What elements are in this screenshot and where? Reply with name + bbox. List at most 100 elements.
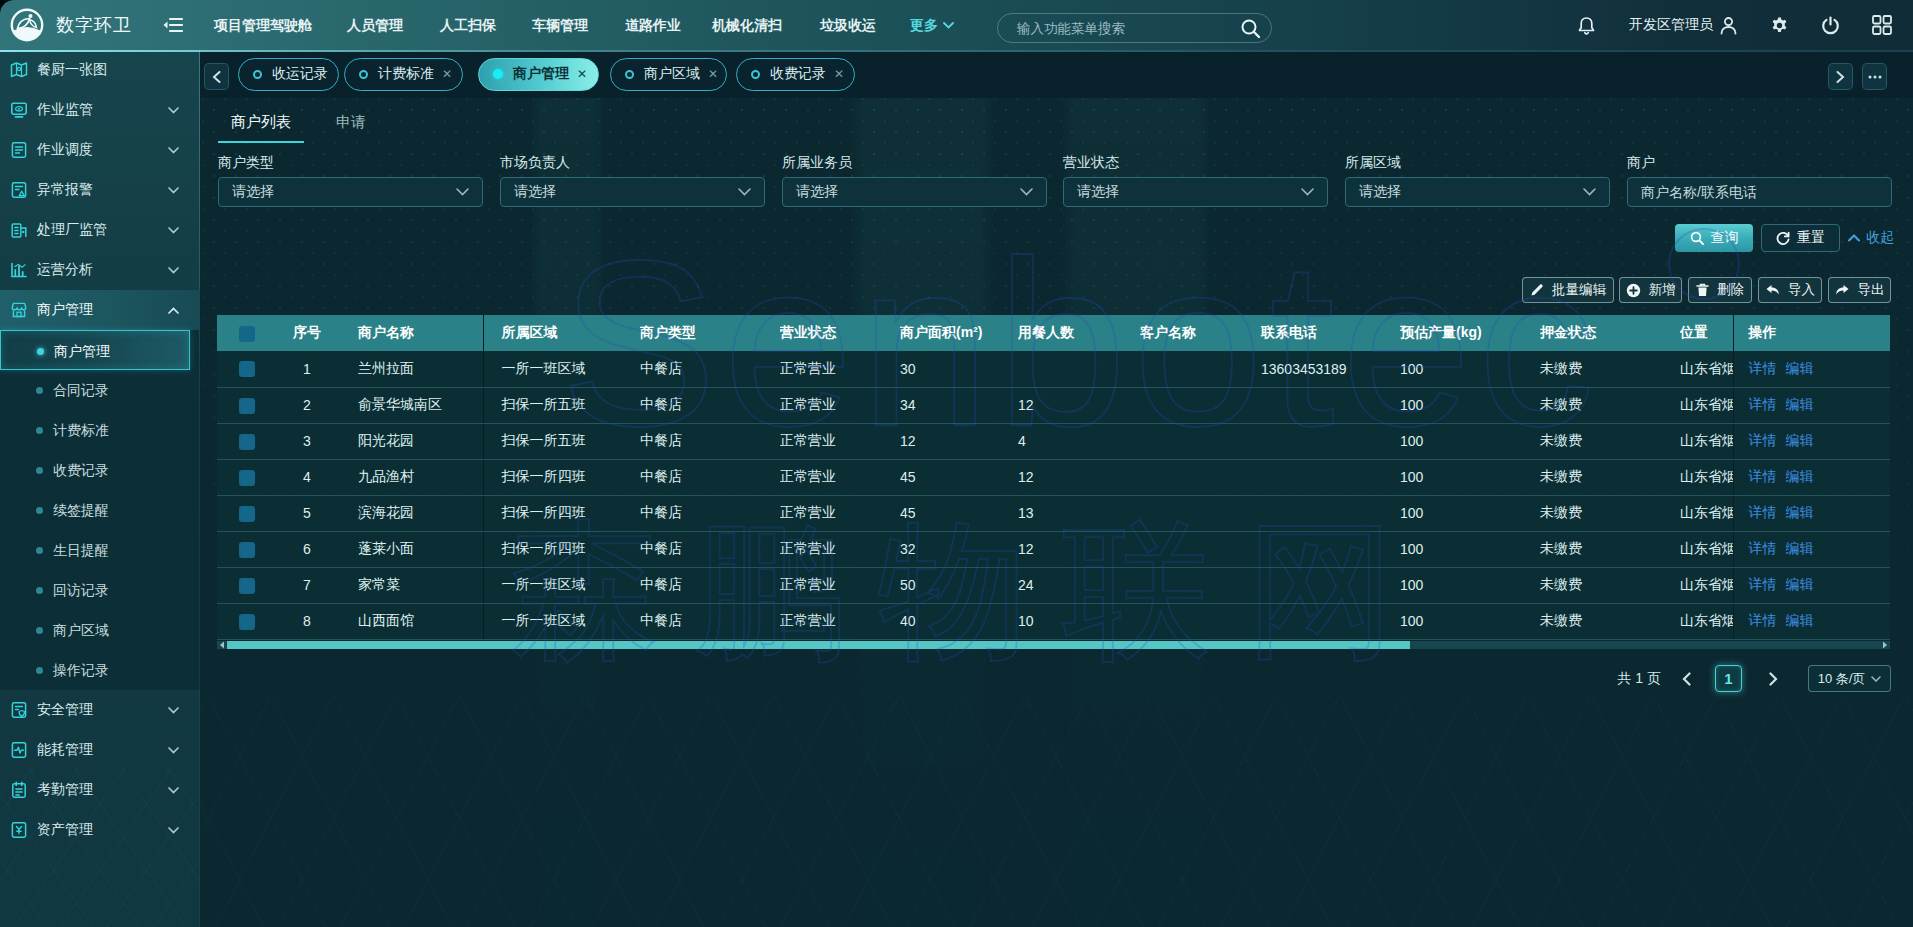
- detail-link[interactable]: 详情: [1749, 504, 1777, 520]
- topnav-item-2[interactable]: 人员管理: [347, 0, 403, 50]
- edit-link[interactable]: 编辑: [1786, 504, 1814, 520]
- filter-select-2[interactable]: 请选择: [500, 177, 765, 207]
- sidebar-subitem-合同记录[interactable]: 合同记录: [0, 370, 200, 410]
- sidebar-item-2[interactable]: 作业监管: [0, 90, 200, 130]
- row-checkbox[interactable]: [239, 542, 255, 558]
- search-icon[interactable]: [1240, 18, 1261, 39]
- scroll-left-arrow-icon[interactable]: [219, 641, 225, 649]
- sidebar-subitem-计费标准[interactable]: 计费标准: [0, 410, 200, 450]
- gear-icon: [1770, 16, 1789, 35]
- row-checkbox[interactable]: [239, 361, 255, 377]
- tabs-scroll-right-button[interactable]: [1828, 63, 1853, 90]
- detail-link[interactable]: 详情: [1749, 468, 1777, 484]
- merchant-search-input[interactable]: [1627, 177, 1892, 207]
- sidebar-subitem-商户区域[interactable]: 商户区域: [0, 610, 200, 650]
- action-button-批量编辑[interactable]: 批量编辑: [1522, 277, 1614, 303]
- bell-button[interactable]: [1578, 0, 1595, 50]
- sidebar-item-3[interactable]: 作业调度: [0, 130, 200, 170]
- filter-select-5[interactable]: 请选择: [1345, 177, 1610, 207]
- filter-select-1[interactable]: 请选择: [218, 177, 483, 207]
- content-tab-apply[interactable]: 申请: [336, 113, 366, 132]
- horizontal-scrollbar[interactable]: [217, 641, 1890, 649]
- sidebar-item-5[interactable]: 处理厂监管: [0, 210, 200, 250]
- sidebar-item-1[interactable]: 餐厨一张图: [0, 50, 200, 90]
- topnav-item-5[interactable]: 道路作业: [625, 0, 681, 50]
- sidebar-subitem-商户管理[interactable]: 商户管理: [0, 330, 190, 370]
- action-button-新增[interactable]: 新增: [1619, 277, 1682, 303]
- topnav-item-4[interactable]: 车辆管理: [532, 0, 588, 50]
- row-checkbox[interactable]: [239, 614, 255, 630]
- user-menu[interactable]: 开发区管理员: [1629, 0, 1739, 50]
- sidebar-subitem-生日提醒[interactable]: 生日提醒: [0, 530, 200, 570]
- row-checkbox[interactable]: [239, 506, 255, 522]
- topnav-item-6[interactable]: 机械化清扫: [712, 0, 782, 50]
- sidebar-subitem-收费记录[interactable]: 收费记录: [0, 450, 200, 490]
- column-header-客户名称: 客户名称: [1140, 315, 1259, 351]
- scrollbar-thumb[interactable]: [227, 641, 1410, 649]
- power-button[interactable]: [1821, 0, 1840, 50]
- topnav-item-1[interactable]: 项目管理驾驶舱: [214, 0, 312, 50]
- page-number-1[interactable]: 1: [1715, 665, 1742, 692]
- tab-pill-商户管理[interactable]: 商户管理✕: [478, 58, 599, 91]
- prev-page-button[interactable]: [1679, 672, 1693, 686]
- sidebar-item-6[interactable]: 运营分析: [0, 250, 200, 290]
- settings-button[interactable]: [1770, 0, 1789, 50]
- query-button[interactable]: 查询: [1675, 224, 1753, 252]
- edit-link[interactable]: 编辑: [1786, 540, 1814, 556]
- edit-link[interactable]: 编辑: [1786, 576, 1814, 592]
- tab-pill-计费标准[interactable]: 计费标准✕: [344, 58, 463, 91]
- scroll-right-arrow-icon[interactable]: [1882, 641, 1888, 649]
- detail-link[interactable]: 详情: [1749, 396, 1777, 412]
- tab-pill-收费记录[interactable]: 收费记录✕: [736, 58, 855, 91]
- row-checkbox[interactable]: [239, 578, 255, 594]
- sidebar-item-11[interactable]: 资产管理: [0, 810, 200, 850]
- detail-link[interactable]: 详情: [1749, 432, 1777, 448]
- topnav-more[interactable]: 更多: [910, 0, 954, 50]
- topnav-item-7[interactable]: 垃圾收运: [820, 0, 876, 50]
- collapse-filters-link[interactable]: 收起: [1848, 224, 1894, 252]
- sidebar-item-10[interactable]: 考勤管理: [0, 770, 200, 810]
- edit-link[interactable]: 编辑: [1786, 612, 1814, 628]
- action-button-导出[interactable]: 导出: [1828, 277, 1891, 303]
- tab-close-icon[interactable]: ✕: [442, 67, 452, 81]
- select-all-checkbox[interactable]: [239, 326, 255, 342]
- edit-link[interactable]: 编辑: [1786, 396, 1814, 412]
- tab-pill-商户区域[interactable]: 商户区域✕: [610, 58, 727, 91]
- tab-close-icon[interactable]: ✕: [708, 67, 718, 81]
- merchant-keyword-input[interactable]: [1628, 184, 1891, 200]
- next-page-button[interactable]: [1766, 672, 1780, 686]
- search-input[interactable]: [998, 21, 1240, 36]
- page-size-select[interactable]: 10 条/页: [1808, 665, 1891, 692]
- action-button-导入[interactable]: 导入: [1758, 277, 1822, 303]
- reset-button[interactable]: 重置: [1761, 224, 1840, 252]
- topnav-item-3[interactable]: 人工扫保: [440, 0, 496, 50]
- row-checkbox[interactable]: [239, 470, 255, 486]
- detail-link[interactable]: 详情: [1749, 540, 1777, 556]
- apps-grid-button[interactable]: [1872, 0, 1892, 50]
- sidebar-item-9[interactable]: 能耗管理: [0, 730, 200, 770]
- tab-close-icon[interactable]: ✕: [577, 67, 587, 81]
- sidebar-item-7[interactable]: 商户管理: [0, 290, 200, 330]
- edit-link[interactable]: 编辑: [1786, 468, 1814, 484]
- tabs-scroll-left-button[interactable]: [204, 63, 229, 90]
- row-checkbox[interactable]: [239, 398, 255, 414]
- sidebar-item-8[interactable]: 安全管理: [0, 690, 200, 730]
- sidebar-subitem-回访记录[interactable]: 回访记录: [0, 570, 200, 610]
- sidebar-item-4[interactable]: 异常报警: [0, 170, 200, 210]
- row-checkbox[interactable]: [239, 434, 255, 450]
- sidebar-subitem-操作记录[interactable]: 操作记录: [0, 650, 200, 690]
- sidebar-subitem-续签提醒[interactable]: 续签提醒: [0, 490, 200, 530]
- content-tab-merchant-list[interactable]: 商户列表: [231, 113, 291, 132]
- detail-link[interactable]: 详情: [1749, 612, 1777, 628]
- filter-select-4[interactable]: 请选择: [1063, 177, 1328, 207]
- filter-select-3[interactable]: 请选择: [782, 177, 1047, 207]
- tabs-more-button[interactable]: [1862, 63, 1887, 90]
- edit-link[interactable]: 编辑: [1786, 432, 1814, 448]
- action-button-删除[interactable]: 删除: [1688, 277, 1752, 303]
- tab-close-icon[interactable]: ✕: [834, 67, 844, 81]
- menu-fold-icon[interactable]: [163, 16, 183, 34]
- detail-link[interactable]: 详情: [1749, 360, 1777, 376]
- tab-pill-收运记录[interactable]: 收运记录✕: [238, 58, 339, 91]
- edit-link[interactable]: 编辑: [1786, 360, 1814, 376]
- detail-link[interactable]: 详情: [1749, 576, 1777, 592]
